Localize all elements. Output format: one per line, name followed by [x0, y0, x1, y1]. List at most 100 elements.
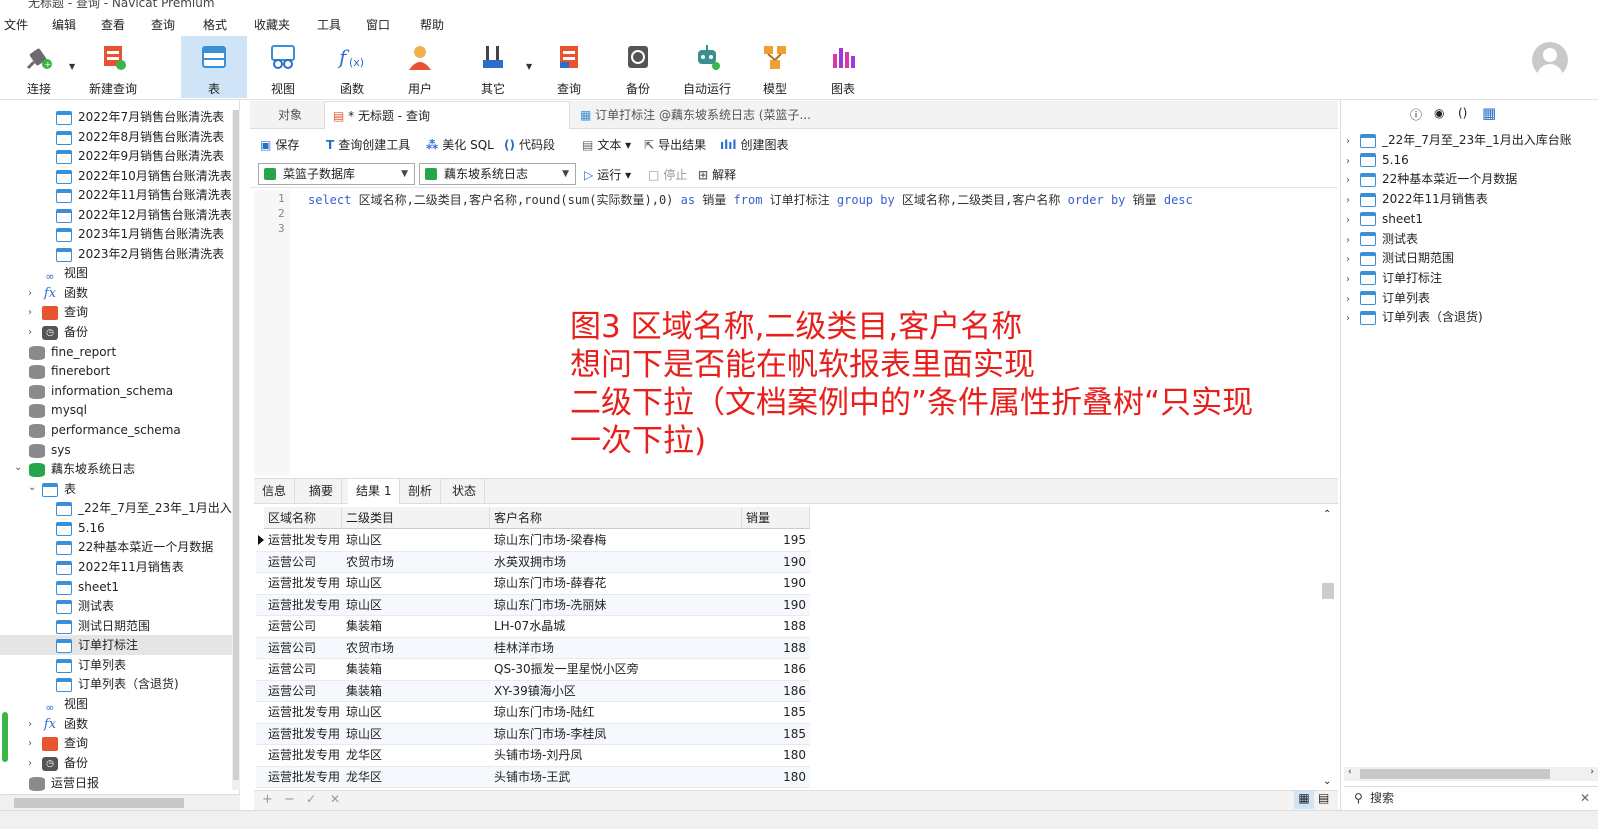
tree-item[interactable]: sheet1 [56, 577, 119, 597]
tree-item-database[interactable]: 运营日报 [29, 773, 99, 793]
run-button[interactable]: ▷ 运行 ▾ [584, 166, 631, 183]
tree-item-functions[interactable]: fx 函数 [42, 714, 88, 734]
tree-item[interactable]: _22年_7月至_23年_1月出入库 [56, 498, 239, 518]
menu-tools[interactable]: 工具 [317, 16, 341, 33]
right-panel-item[interactable]: › 订单列表 [1346, 288, 1598, 308]
grid-scrollbar[interactable]: ⌃ ⌄ [1320, 507, 1336, 789]
tree-item[interactable]: 2022年9月销售台账清洗表 [56, 146, 224, 166]
table-row[interactable]: 运营批发专用 琼山区 琼山东门市场-陆红 185 [256, 702, 810, 724]
table-cell[interactable]: 头铺市场-王武 [490, 767, 742, 788]
text-button[interactable]: ▤ 文本 ▾ [582, 136, 631, 153]
expand-arrow-icon[interactable]: › [1346, 294, 1350, 305]
connect-dropdown-icon[interactable]: ▼ [69, 62, 75, 71]
table-cell[interactable]: 琼山东门市场-冼丽妹 [490, 595, 742, 616]
expand-arrow-icon[interactable]: › [1346, 235, 1350, 246]
right-panel-item[interactable]: › 2022年11月销售表 [1346, 189, 1598, 209]
discard-icon[interactable]: ✕ [330, 792, 340, 806]
table-cell[interactable]: 运营批发专用 [264, 573, 342, 594]
table-cell[interactable]: 琼山东门市场-李桂凤 [490, 724, 742, 745]
table-cell[interactable]: 195 [742, 530, 810, 551]
tree-item-views[interactable]: ∞ 视图 [42, 263, 88, 283]
tree-item-queries[interactable]: 查询 [42, 733, 88, 753]
table-row[interactable]: 运营批发专用 琼山区 琼山东门市场-李桂凤 185 [256, 723, 810, 745]
tree-item-queries[interactable]: 查询 [42, 302, 88, 322]
table-cell[interactable]: 运营公司 [264, 681, 342, 702]
right-panel-item[interactable]: › 测试表 [1346, 229, 1598, 249]
table-cell[interactable]: 190 [742, 573, 810, 594]
tree-item[interactable]: 测试表 [56, 596, 114, 616]
grid-view-icon[interactable]: ▦ [1294, 791, 1314, 809]
table-cell[interactable]: 180 [742, 745, 810, 766]
other-button[interactable]: 其它 [460, 36, 526, 98]
tree-item[interactable]: 2022年10月销售台账清洗表 [56, 166, 232, 186]
table-cell[interactable]: 运营公司 [264, 552, 342, 573]
right-panel-item[interactable]: › 测试日期范围 [1346, 248, 1598, 268]
tree-item-database-active[interactable]: 藕东坡系统日志 [29, 459, 135, 479]
table-cell[interactable]: 琼山区 [342, 595, 490, 616]
tree-item-backups[interactable]: ◷ 备份 [42, 322, 88, 342]
table-cell[interactable]: 水英双拥市场 [490, 552, 742, 573]
table-cell[interactable]: 186 [742, 659, 810, 680]
expand-arrow-icon[interactable]: › [28, 738, 32, 749]
braces-icon[interactable]: () [1458, 106, 1467, 120]
apply-icon[interactable]: ✓ [306, 792, 316, 806]
table-cell[interactable]: 农贸市场 [342, 638, 490, 659]
tree-item-views[interactable]: ∞ 视图 [42, 694, 88, 714]
info-icon[interactable]: ⓘ [1410, 106, 1422, 123]
search-box[interactable]: ⚲ 搜索 ✕ [1344, 786, 1598, 808]
tree-item-database[interactable]: fine_report [29, 342, 116, 362]
tab-status[interactable]: 状态 [444, 479, 486, 504]
table-cell[interactable]: 运营批发专用 [264, 767, 342, 788]
table-cell[interactable]: 琼山区 [342, 530, 490, 551]
expand-arrow-icon[interactable]: › [1346, 274, 1350, 285]
table-cell[interactable]: 龙华区 [342, 745, 490, 766]
backup-button[interactable]: 备份 [605, 36, 671, 98]
table-cell[interactable]: 集装箱 [342, 659, 490, 680]
tree-item[interactable]: 2022年11月销售表 [56, 557, 184, 577]
table-cell[interactable]: 运营公司 [264, 638, 342, 659]
new-query-button[interactable]: 新建查询 [80, 36, 146, 98]
table-row[interactable]: 运营批发专用 琼山区 琼山东门市场-冼丽妹 190 [256, 594, 810, 616]
connection-select[interactable]: 菜篮子数据库 ▼ [258, 163, 415, 185]
tree-item[interactable]: 5.16 [56, 518, 105, 538]
tree-item[interactable]: 2023年1月销售台账清洗表 [56, 224, 224, 244]
table-cell[interactable]: 农贸市场 [342, 552, 490, 573]
table-cell[interactable]: 琼山东门市场-梁春梅 [490, 530, 742, 551]
avatar[interactable] [1532, 42, 1568, 78]
collapse-arrow-icon[interactable]: ⌄ [28, 482, 36, 493]
menu-query[interactable]: 查询 [151, 16, 175, 33]
expand-arrow-icon[interactable]: › [28, 307, 32, 318]
table-cell[interactable]: 琼山东门市场-薛春花 [490, 573, 742, 594]
table-cell[interactable]: 集装箱 [342, 681, 490, 702]
save-button[interactable]: ▣ 保存 [260, 136, 299, 153]
expand-arrow-icon[interactable]: › [28, 758, 32, 769]
tree-item-tables[interactable]: 表 [42, 479, 76, 499]
explain-button[interactable]: ⊞ 解释 [698, 166, 736, 183]
column-header[interactable]: 二级类目 [342, 507, 490, 529]
code-snippet-button[interactable]: () 代码段 [504, 136, 555, 153]
sql-code[interactable]: select 区域名称,二级类目,客户名称,round(sum(实际数量),0)… [308, 191, 1193, 208]
clear-icon[interactable]: ✕ [1580, 787, 1590, 809]
connect-button[interactable]: + 连接 [6, 36, 72, 98]
table-cell[interactable]: 头铺市场-刘丹凤 [490, 745, 742, 766]
expand-arrow-icon[interactable]: › [1346, 215, 1350, 226]
table-cell[interactable]: QS-30振发一里星悦小区旁 [490, 659, 742, 680]
table-cell[interactable]: 运营批发专用 [264, 530, 342, 551]
expand-arrow-icon[interactable]: › [1346, 156, 1350, 167]
tree-item[interactable]: 订单列表 [56, 655, 126, 675]
grid-icon[interactable]: ▦ [1482, 104, 1496, 122]
menu-edit[interactable]: 编辑 [52, 16, 76, 33]
tree-item[interactable]: 22种基本菜近一个月数据 [56, 537, 213, 557]
auto-run-button[interactable]: 自动运行 [674, 36, 740, 98]
tree-item-functions[interactable]: fx 函数 [42, 283, 88, 303]
stop-button[interactable]: □ 停止 [648, 166, 687, 183]
table-cell[interactable]: 188 [742, 616, 810, 637]
query-button[interactable]: 查询 [536, 36, 602, 98]
table-cell[interactable]: 186 [742, 681, 810, 702]
right-panel-item[interactable]: › 5.16 [1346, 150, 1598, 170]
tree-item-selected[interactable]: 订单打标注 [0, 635, 232, 655]
table-cell[interactable]: 185 [742, 702, 810, 723]
create-chart-button[interactable]: ılıl 创建图表 [720, 136, 788, 153]
table-button[interactable]: 表 [181, 36, 247, 98]
expand-arrow-icon[interactable]: › [1346, 136, 1350, 147]
